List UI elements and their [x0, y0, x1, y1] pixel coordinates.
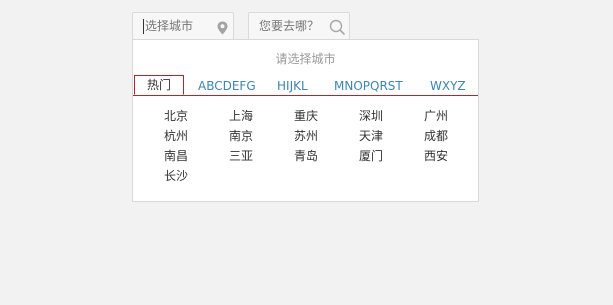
city-option[interactable]: 长沙: [164, 169, 188, 183]
city-option[interactable]: 南京: [229, 129, 253, 143]
city-option[interactable]: 杭州: [164, 129, 188, 143]
tab-wxyz[interactable]: WXYZ: [430, 79, 466, 93]
city-picker-dropdown: 请选择城市 热门 ABCDEFG HIJKL MNOPQRST WXYZ 北京 …: [132, 39, 479, 202]
tab-hijkl[interactable]: HIJKL: [277, 79, 308, 93]
tab-abcdefg[interactable]: ABCDEFG: [198, 79, 256, 93]
destination-search-input[interactable]: 您要去哪？: [248, 12, 350, 40]
city-option[interactable]: 三亚: [229, 149, 253, 163]
tab-mnopqrst[interactable]: MNOPQRST: [334, 79, 403, 93]
city-option[interactable]: 青岛: [294, 149, 318, 163]
search-icon[interactable]: [329, 19, 345, 39]
search-input-placeholder: 您要去哪？: [259, 19, 320, 33]
map-pin-icon: [217, 20, 228, 39]
city-option[interactable]: 重庆: [294, 109, 318, 123]
tab-hot[interactable]: 热门: [134, 75, 184, 95]
page: 选择城市 您要去哪？ 请选择城市 热门 ABCDEFG HIJKL MNOPQR…: [0, 0, 613, 305]
city-option[interactable]: 苏州: [294, 129, 318, 143]
city-option[interactable]: 上海: [229, 109, 253, 123]
text-caret: [143, 19, 144, 34]
city-picker-prompt: 请选择城市: [275, 52, 336, 66]
city-input[interactable]: 选择城市: [132, 12, 234, 40]
city-option[interactable]: 成都: [424, 129, 448, 143]
city-option[interactable]: 厦门: [359, 149, 383, 163]
city-option[interactable]: 深圳: [359, 109, 383, 123]
city-option[interactable]: 广州: [424, 109, 448, 123]
city-option[interactable]: 北京: [164, 109, 188, 123]
city-option[interactable]: 天津: [359, 129, 383, 143]
city-input-placeholder: 选择城市: [145, 19, 194, 33]
city-option[interactable]: 南昌: [164, 149, 188, 163]
city-option[interactable]: 西安: [424, 149, 448, 163]
city-picker-tabs: 热门 ABCDEFG HIJKL MNOPQRST WXYZ: [133, 75, 478, 96]
